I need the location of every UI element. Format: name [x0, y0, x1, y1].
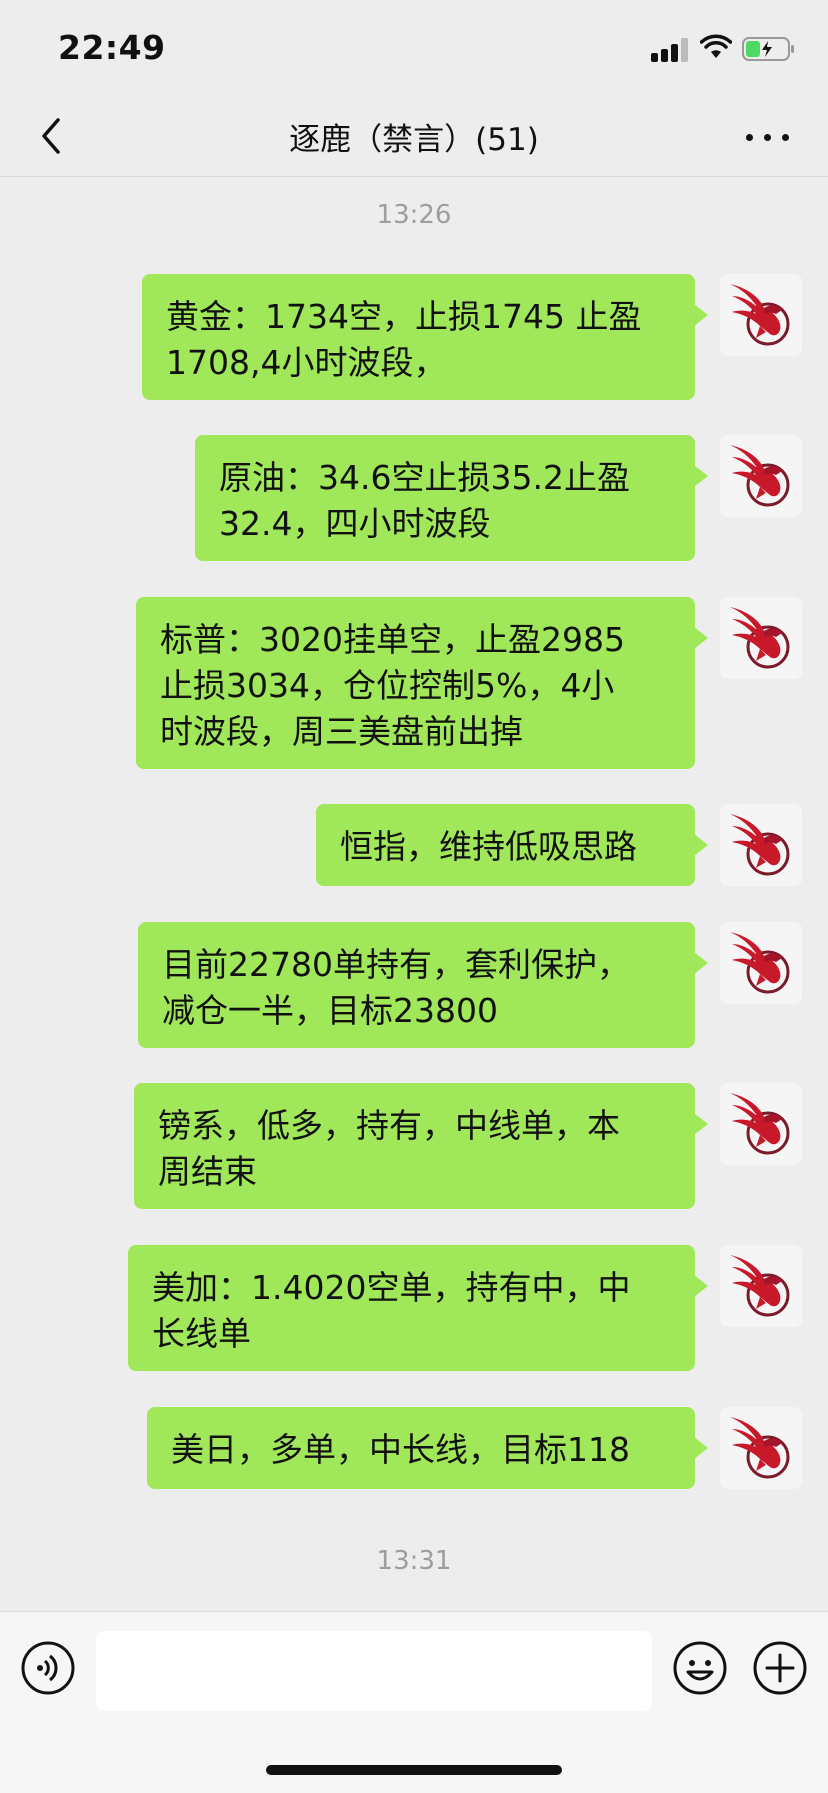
- wifi-icon: [700, 34, 732, 58]
- eagle-avatar-icon: [720, 1407, 802, 1489]
- message-bubble[interactable]: 目前22780单持有，套利保护， 减仓一半，目标23800: [138, 922, 708, 1048]
- eagle-avatar-icon: [720, 274, 802, 356]
- chat-header: 逐鹿（禁言）(51): [0, 96, 828, 177]
- chat-message-list[interactable]: 13:26 黄金：1734空，止损1745 止盈 1708,4小时波段， 原油：…: [0, 177, 828, 1611]
- signal-icon: [651, 38, 691, 62]
- chat-title: 逐鹿（禁言）(51): [289, 122, 539, 158]
- eagle-avatar-icon: [720, 922, 802, 1004]
- sender-avatar[interactable]: [720, 804, 802, 886]
- sender-avatar[interactable]: [720, 597, 802, 679]
- eagle-avatar-icon: [720, 435, 802, 517]
- plus-icon: [753, 1641, 807, 1695]
- message-bubble[interactable]: 黄金：1734空，止损1745 止盈 1708,4小时波段，: [142, 274, 708, 400]
- sender-avatar[interactable]: [720, 1407, 802, 1489]
- eagle-avatar-icon: [720, 1245, 802, 1327]
- sender-avatar[interactable]: [720, 435, 802, 517]
- message-timestamp: 13:31: [376, 1546, 452, 1576]
- more-button[interactable]: [738, 108, 798, 164]
- message-bubble[interactable]: 恒指，维持低吸思路: [316, 804, 708, 886]
- status-time: 22:49: [58, 28, 166, 67]
- status-bar: 22:49: [0, 0, 828, 96]
- message-bubble[interactable]: 标普：3020挂单空，止盈2985 止损3034，仓位控制5%，4小 时波段，周…: [136, 597, 708, 769]
- message-bubble[interactable]: 原油：34.6空止损35.2止盈 32.4，四小时波段: [195, 435, 708, 561]
- voice-icon: [21, 1641, 75, 1695]
- message-input[interactable]: [96, 1631, 652, 1711]
- message-timestamp: 13:26: [376, 200, 452, 230]
- eagle-avatar-icon: [720, 804, 802, 886]
- battery-icon: [742, 37, 794, 61]
- message-bubble[interactable]: 镑系，低多，持有，中线单，本 周结束: [134, 1083, 708, 1209]
- emoji-button[interactable]: [672, 1640, 728, 1696]
- sender-avatar[interactable]: [720, 922, 802, 1004]
- eagle-avatar-icon: [720, 597, 802, 679]
- sender-avatar[interactable]: [720, 1245, 802, 1327]
- emoji-icon: [673, 1641, 727, 1695]
- message-bubble[interactable]: 美日，多单，中长线，目标118: [147, 1407, 708, 1489]
- sender-avatar[interactable]: [720, 1083, 802, 1165]
- eagle-avatar-icon: [720, 1083, 802, 1165]
- message-bubble[interactable]: 美加：1.4020空单，持有中，中 长线单: [128, 1245, 708, 1371]
- add-button[interactable]: [752, 1640, 808, 1696]
- home-indicator: [266, 1765, 562, 1775]
- voice-button[interactable]: [20, 1640, 76, 1696]
- sender-avatar[interactable]: [720, 274, 802, 356]
